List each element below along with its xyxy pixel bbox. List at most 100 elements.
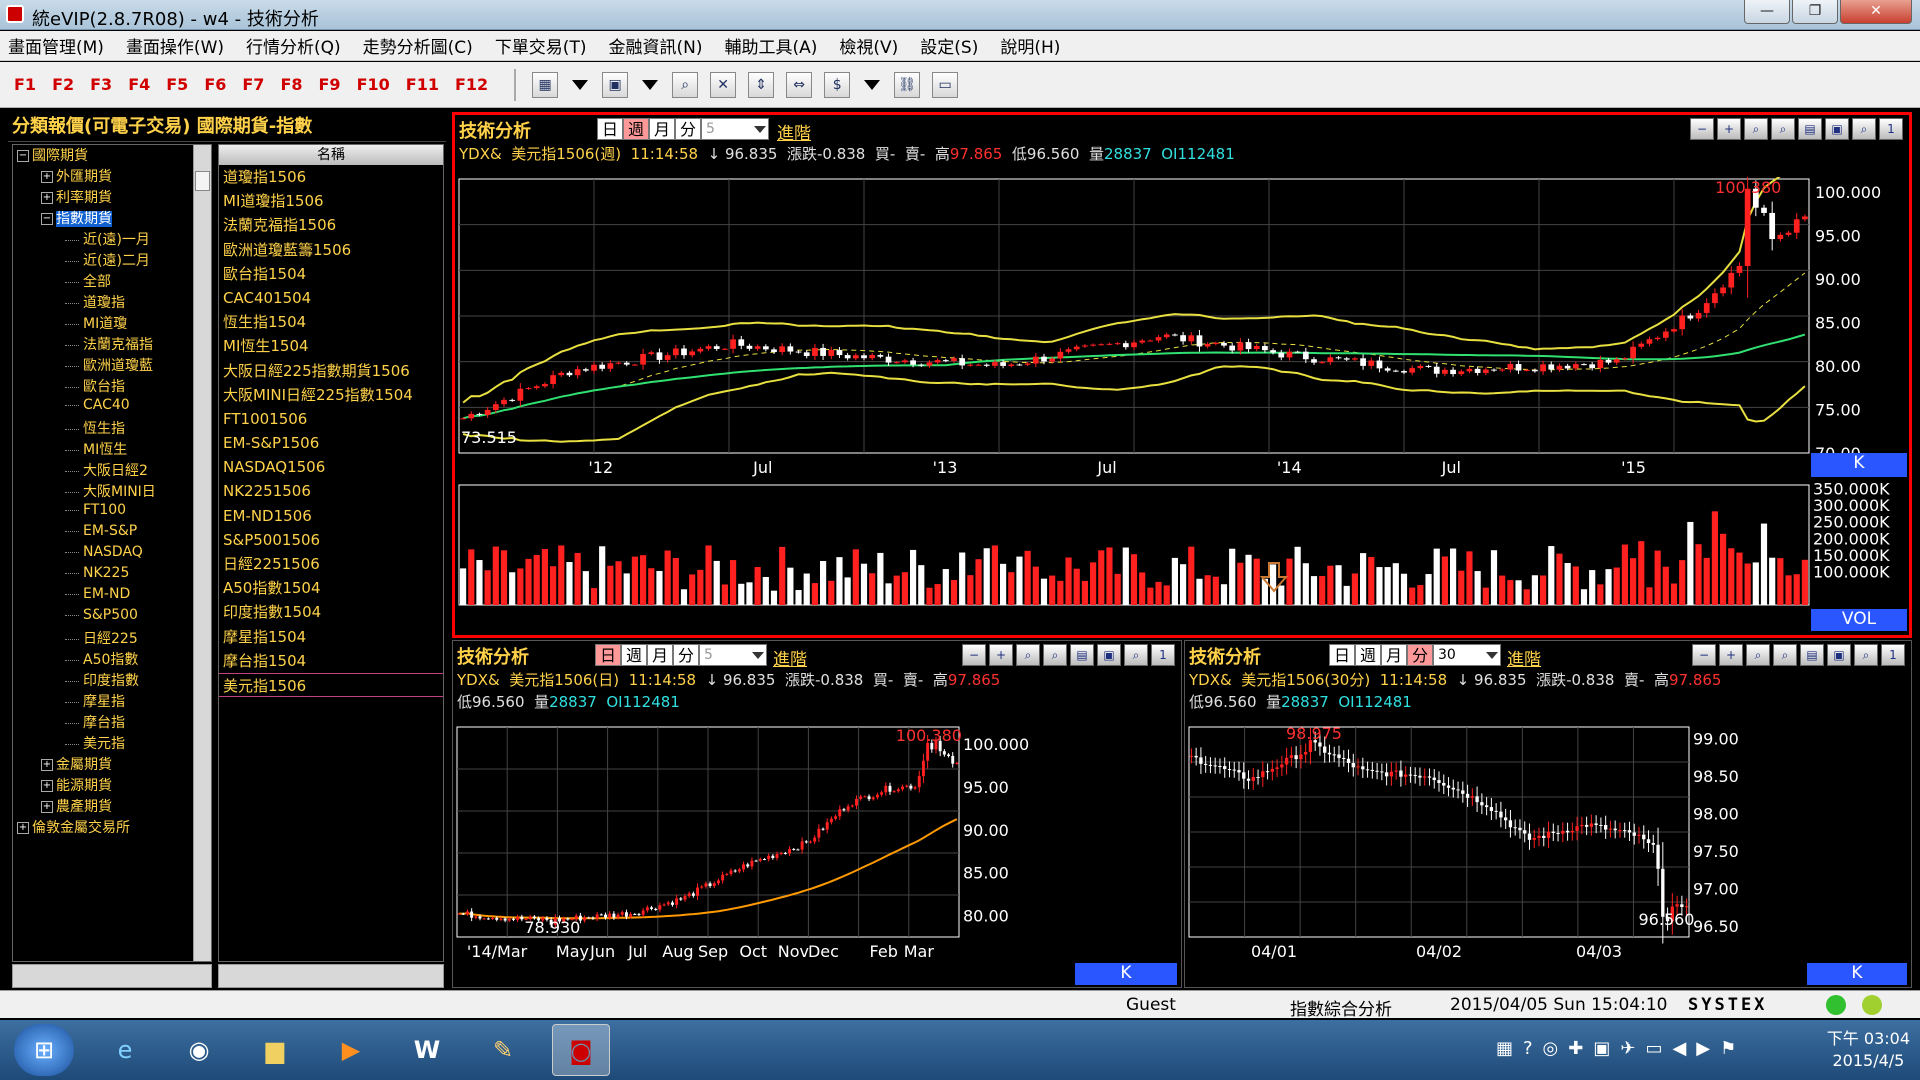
fkey-f7-button[interactable]: F7: [242, 75, 264, 94]
evip-app-icon[interactable]: ◙: [552, 1024, 610, 1076]
tree-item[interactable]: 摩星指: [13, 691, 211, 712]
symbol-list-item[interactable]: A50指數1504: [219, 576, 443, 600]
symbol-list-item[interactable]: CAC401504: [219, 286, 443, 310]
fkey-f2-button[interactable]: F2: [52, 75, 74, 94]
paint-icon[interactable]: ✎: [474, 1024, 532, 1076]
tree-item[interactable]: 歐洲道瓊藍: [13, 355, 211, 376]
weekly-chart[interactable]: 100.00095.0090.0085.0080.0075.0070.00'12…: [457, 177, 1907, 631]
zoom-out-icon[interactable]: −: [1690, 118, 1714, 140]
fkey-f5-button[interactable]: F5: [166, 75, 188, 94]
tab-minute[interactable]: 分: [675, 118, 702, 140]
chrome-icon[interactable]: ◉: [170, 1024, 228, 1076]
monitor-icon[interactable]: ▣: [602, 71, 629, 98]
symbol-list-item[interactable]: 大阪MINI日經225指數1504: [219, 383, 443, 407]
tree-item[interactable]: CAC40: [13, 397, 211, 418]
tab-minute[interactable]: 分: [673, 644, 700, 666]
info-icon[interactable]: 1: [1151, 644, 1175, 666]
dropdown-arrow-icon[interactable]: [864, 79, 881, 90]
period-select[interactable]: 5: [699, 644, 767, 666]
save-icon[interactable]: ▣: [1827, 644, 1851, 666]
tree-item[interactable]: + 利率期貨: [13, 187, 211, 208]
tree-item[interactable]: EM-ND: [13, 586, 211, 607]
tree-item[interactable]: MI恆生: [13, 439, 211, 460]
name-column-header[interactable]: 名稱: [219, 145, 443, 165]
word-icon[interactable]: W: [398, 1024, 456, 1076]
dropdown-arrow-icon[interactable]: [642, 79, 659, 90]
tree-item[interactable]: 美元指: [13, 733, 211, 754]
k-indicator[interactable]: K: [1811, 453, 1907, 477]
chart-icon[interactable]: ▦: [532, 71, 559, 98]
magnify-plus-icon[interactable]: ⌕: [1043, 644, 1067, 666]
split-v-icon[interactable]: ⇔: [786, 71, 813, 98]
zoom-in-icon[interactable]: +: [1717, 118, 1741, 140]
menu-item-8[interactable]: 設定(S): [920, 33, 978, 58]
close-window-icon[interactable]: ✕: [710, 71, 737, 98]
close-button[interactable]: ✕: [1840, 0, 1912, 24]
menu-item-5[interactable]: 金融資訊(N): [608, 33, 702, 58]
info-icon[interactable]: 1: [1879, 118, 1903, 140]
symbol-list-item[interactable]: NK2251506: [219, 479, 443, 503]
search-icon[interactable]: ⌕: [1852, 118, 1876, 140]
symbol-list-item[interactable]: 道瓊指1506: [219, 165, 443, 189]
coin-icon[interactable]: $: [824, 71, 851, 98]
menu-item-1[interactable]: 畫面操作(W): [126, 33, 224, 58]
dropdown-arrow-icon[interactable]: [572, 79, 589, 90]
tree-item[interactable]: 大阪MINI日: [13, 481, 211, 502]
tree-item[interactable]: 近(遠)一月: [13, 229, 211, 250]
collapse-icon[interactable]: −: [17, 150, 29, 162]
tree-item[interactable]: + 外匯期貨: [13, 166, 211, 187]
info-icon[interactable]: 1: [1881, 644, 1905, 666]
k-indicator[interactable]: K: [1807, 963, 1907, 985]
menu-item-6[interactable]: 輔助工具(A): [724, 33, 817, 58]
tree-item[interactable]: − 指數期貨: [13, 208, 211, 229]
tree-item[interactable]: + 能源期貨: [13, 775, 211, 796]
tree-item[interactable]: 近(遠)二月: [13, 250, 211, 271]
menu-item-9[interactable]: 說明(H): [1000, 33, 1060, 58]
menu-item-3[interactable]: 走勢分析圖(C): [363, 33, 473, 58]
tab-day[interactable]: 日: [597, 118, 624, 140]
split-h-icon[interactable]: ⇕: [748, 71, 775, 98]
tab-week[interactable]: 週: [1355, 644, 1382, 666]
advanced-link[interactable]: 進階: [777, 119, 811, 144]
symbol-list-item[interactable]: MI恆生1504: [219, 334, 443, 358]
tab-day[interactable]: 日: [1329, 644, 1356, 666]
symbol-list-item[interactable]: 歐台指1504: [219, 262, 443, 286]
tree-item[interactable]: 印度指數: [13, 670, 211, 691]
link-icon[interactable]: ⛓: [894, 71, 921, 98]
tree-item[interactable]: + 金屬期貨: [13, 754, 211, 775]
symbol-list-item[interactable]: 摩星指1504: [219, 625, 443, 649]
symbol-list-item[interactable]: MI道瓊指1506: [219, 189, 443, 213]
start-button[interactable]: ⊞: [14, 1024, 74, 1076]
fkey-f10-button[interactable]: F10: [357, 75, 390, 94]
chart-type-icon[interactable]: ▤: [1070, 644, 1094, 666]
tab-minute[interactable]: 分: [1407, 644, 1434, 666]
save-icon[interactable]: ▣: [1097, 644, 1121, 666]
tab-week[interactable]: 週: [621, 644, 648, 666]
tree-item[interactable]: A50指數: [13, 649, 211, 670]
tree-item[interactable]: NASDAQ: [13, 544, 211, 565]
magnify-plus-icon[interactable]: ⌕: [1773, 644, 1797, 666]
fkey-f1-button[interactable]: F1: [14, 75, 36, 94]
expand-icon[interactable]: +: [41, 801, 53, 813]
symbol-list-item[interactable]: EM-S&P1506: [219, 431, 443, 455]
fkey-f8-button[interactable]: F8: [280, 75, 302, 94]
tab-month[interactable]: 月: [1381, 644, 1408, 666]
symbol-list-item[interactable]: 摩台指1504: [219, 649, 443, 673]
tray-icons[interactable]: ▦?◎✚▣✈▭◀▶⚑: [1496, 1038, 1746, 1059]
tab-month[interactable]: 月: [647, 644, 674, 666]
tree-item[interactable]: MI道瓊: [13, 313, 211, 334]
symbol-list-item[interactable]: 法蘭克福指1506: [219, 213, 443, 237]
expand-icon[interactable]: +: [41, 780, 53, 792]
expand-icon[interactable]: +: [17, 822, 29, 834]
tree-item[interactable]: + 倫敦金屬交易所: [13, 817, 211, 838]
zoom-in-icon[interactable]: +: [989, 644, 1013, 666]
tree-item[interactable]: 日經225: [13, 628, 211, 649]
expand-icon[interactable]: +: [41, 171, 53, 183]
symbol-list-item[interactable]: S&P5001506: [219, 528, 443, 552]
tree-item[interactable]: − 國際期貨: [13, 145, 211, 166]
period-select[interactable]: 30: [1433, 644, 1501, 666]
30min-chart[interactable]: 99.00 98.50 98.00 97.50 97.00 96.50 04/01 04/02…: [1187, 725, 1911, 987]
tray-clock[interactable]: 下午 03:04 2015/4/5: [1827, 1028, 1910, 1072]
daily-chart[interactable]: 100.000 95.00 90.00 85.00 80.00 '14/Mar May Jun…: [455, 725, 1181, 987]
tree-item[interactable]: 恆生指: [13, 418, 211, 439]
